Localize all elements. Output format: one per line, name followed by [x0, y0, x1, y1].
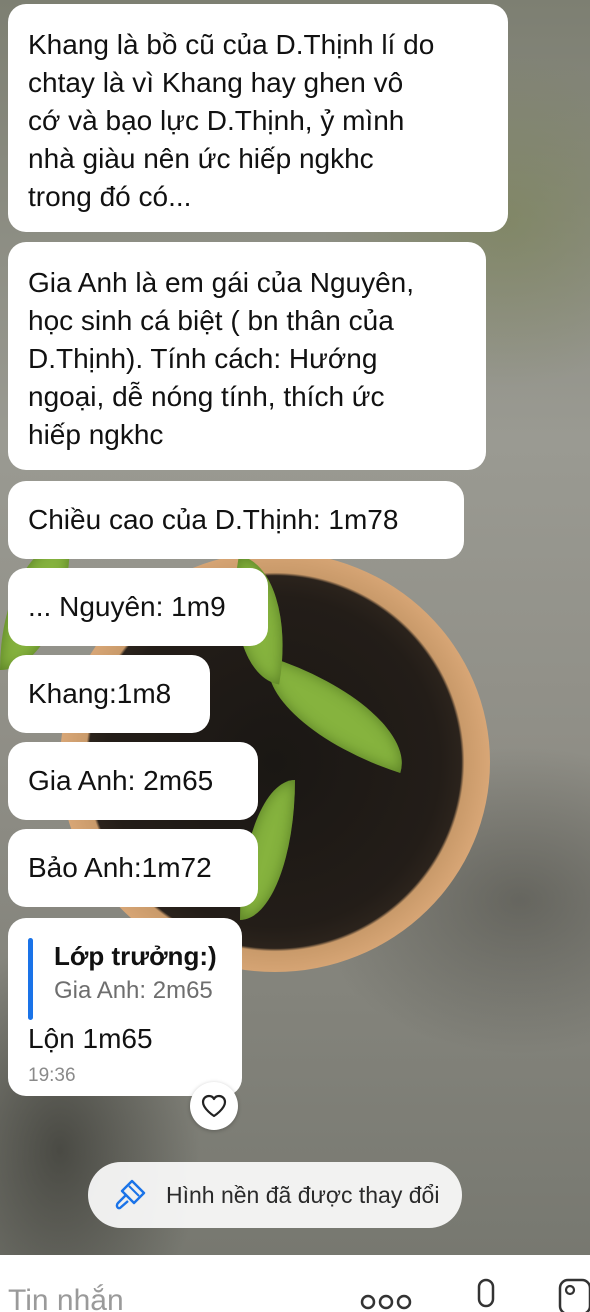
image-button[interactable]	[556, 1276, 590, 1312]
message-bubble[interactable]: Chiều cao của D.Thịnh: 1m78	[8, 481, 464, 559]
message-text: Khang:1m8	[28, 678, 172, 709]
heart-icon	[201, 1094, 227, 1118]
more-icon	[360, 1294, 412, 1310]
quoted-message[interactable]: Lớp trưởng:) Gia Anh: 2m65	[28, 938, 222, 1020]
quote-accent-bar	[28, 938, 33, 1020]
message-bubble[interactable]: Khang là bồ cũ của D.Thịnh lí do chtay l…	[8, 4, 508, 232]
message-text: Lộn 1m65	[28, 1023, 153, 1054]
image-icon	[558, 1278, 590, 1312]
message-input[interactable]	[8, 1281, 308, 1312]
quote-text: Gia Anh: 2m65	[54, 977, 213, 1004]
system-notice: Hình nền đã được thay đổi	[88, 1162, 462, 1228]
message-text: Bảo Anh:1m72	[28, 852, 212, 883]
message-text: Gia Anh là em gái của Nguyên, học sinh c…	[28, 267, 415, 450]
message-bubble[interactable]: Gia Anh: 2m65	[8, 742, 258, 820]
message-text: Khang là bồ cũ của D.Thịnh lí do chtay l…	[28, 29, 435, 212]
quote-author: Lớp trưởng:)	[54, 941, 217, 971]
voice-button[interactable]	[466, 1278, 506, 1312]
paintbrush-icon	[112, 1175, 152, 1215]
message-text: ... Nguyên: 1m9	[28, 591, 226, 622]
message-bubble[interactable]: Bảo Anh:1m72	[8, 829, 258, 907]
microphone-icon	[477, 1278, 495, 1308]
message-bubble[interactable]: ... Nguyên: 1m9	[8, 568, 268, 646]
message-bubble[interactable]: Khang:1m8	[8, 655, 210, 733]
message-timestamp: 19:36	[28, 1065, 76, 1086]
reply-message-bubble[interactable]: Lớp trưởng:) Gia Anh: 2m65 Lộn 1m65 19:3…	[8, 918, 242, 1096]
more-button[interactable]	[356, 1288, 416, 1312]
message-bubble[interactable]: Gia Anh là em gái của Nguyên, học sinh c…	[8, 242, 486, 470]
message-text: Chiều cao của D.Thịnh: 1m78	[28, 504, 399, 535]
message-text: Gia Anh: 2m65	[28, 765, 214, 796]
react-button[interactable]	[190, 1082, 238, 1130]
system-notice-text: Hình nền đã được thay đổi	[166, 1181, 440, 1208]
